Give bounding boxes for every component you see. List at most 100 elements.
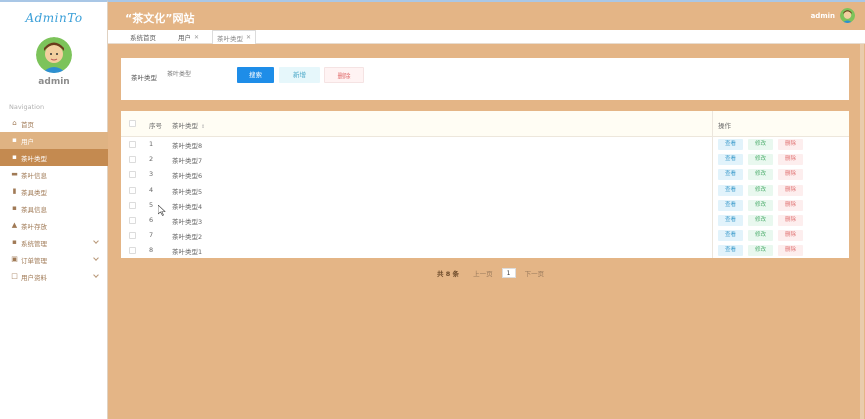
grid-icon: ▪ [12,204,17,212]
tab-tea-type[interactable]: 茶叶类型 ✕ [212,30,257,44]
tab-users[interactable]: 用户 ✕ [178,30,199,44]
app-root: AdminTo admin Navigation ⌂ 首页 ▪ 用户 ▪ 茶叶类型 ▬… [0,0,865,419]
edit-button[interactable]: 修改 [748,169,773,181]
sidebar-item-orders[interactable]: ▣ 订单管理 [0,251,108,268]
row-tea-type: 茶叶类型5 [172,187,203,196]
add-button[interactable]: 新增 [279,67,320,83]
row-checkbox[interactable] [129,217,136,224]
tab-home[interactable]: 系统首页 [130,30,156,44]
edit-button[interactable]: 修改 [748,139,773,150]
sidebar-item-tea-storage[interactable]: ▲ 茶叶存放 [0,217,108,234]
search-input[interactable] [164,68,228,83]
table-row: 2 茶叶类型7 查看 修改 删除 [121,152,849,167]
sidebar-item-tea-info[interactable]: ▬ 茶叶信息 [0,166,108,183]
close-icon[interactable]: ✕ [194,34,199,41]
view-button[interactable]: 查看 [718,154,743,166]
sidebar-item-teaware-info[interactable]: ▪ 茶具信息 [0,200,108,217]
delete-button[interactable]: 删除 [778,245,803,257]
edit-button[interactable]: 修改 [748,154,773,166]
view-button[interactable]: 查看 [718,199,743,211]
delete-button[interactable]: 删除 [778,199,803,211]
row-checkbox[interactable] [129,232,136,240]
sidebar-item-users[interactable]: ▪ 用户 [0,132,108,149]
edit-button[interactable]: 修改 [748,184,773,196]
delete-button[interactable]: 删除 [778,230,803,242]
row-checkbox[interactable] [129,156,136,164]
column-header-tea-type[interactable]: 茶叶类型 ⇕ [172,120,205,130]
sidebar-item-system[interactable]: ▪ 系统管理 [0,234,108,251]
search-button[interactable]: 搜索 [237,67,274,83]
row-index: 5 [149,200,154,209]
top-avatar[interactable] [840,8,855,23]
sidebar-item-label: 茶叶存放 [21,222,47,231]
chevron-down-icon [93,272,99,278]
table-header: 序号 茶叶类型 ⇕ 操作 [121,111,849,137]
edit-button[interactable]: 修改 [748,230,773,242]
close-icon[interactable]: ✕ [246,34,251,41]
sidebar-item-label: 用户资料 [21,273,47,282]
next-page-button[interactable]: 下一页 [525,268,545,278]
sidebar-item-home[interactable]: ⌂ 首页 [0,115,108,132]
sidebar-item-teaware-type[interactable]: ▮ 茶具类型 [0,183,108,200]
column-header-index: 序号 [149,122,162,130]
avatar[interactable] [36,37,72,73]
row-checkbox[interactable] [129,171,136,179]
table-row: 7 茶叶类型2 查看 修改 删除 [121,228,849,243]
sidebar-item-label: 茶具类型 [21,188,47,197]
sidebar-item-label: 茶叶类型 [21,154,47,163]
view-button[interactable]: 查看 [718,169,743,181]
search-panel: 茶叶类型 搜索 新增 删除 [121,58,849,100]
pagination: 共 8 条 上一页 1 下一页 [437,268,548,278]
row-checkbox[interactable] [129,141,136,148]
grid-icon: ▪ [12,153,17,161]
sidebar-item-tea-type[interactable]: ▪ 茶叶类型 [0,149,108,166]
chevron-down-icon [93,238,99,244]
sidebar-item-label: 系统管理 [21,239,47,248]
chevron-down-icon [93,255,99,261]
sidebar-item-label: 订单管理 [21,256,47,265]
nav-section-label: Navigation [9,103,45,111]
edit-button[interactable]: 修改 [748,199,773,211]
delete-button[interactable]: 删除 [778,184,803,196]
table-row: 3 茶叶类型6 查看 修改 删除 [121,167,849,182]
table-row: 8 茶叶类型1 查看 修改 删除 [121,243,849,258]
sidebar-item-profile[interactable]: □ 用户资料 [0,268,108,285]
delete-button[interactable]: 删除 [778,169,803,181]
row-index: 2 [149,155,154,164]
row-checkbox[interactable] [129,186,136,194]
prev-page-button[interactable]: 上一页 [473,268,493,278]
delete-button[interactable]: 删除 [778,215,803,226]
view-button[interactable]: 查看 [718,139,743,150]
sort-icon[interactable]: ⇕ [201,124,205,130]
current-page[interactable]: 1 [501,268,516,278]
row-index: 6 [149,216,154,224]
row-tea-type: 茶叶类型3 [172,218,203,226]
grid-icon: ▪ [12,136,17,144]
row-checkbox[interactable] [129,201,136,209]
row-tea-type: 茶叶类型8 [172,142,203,150]
view-button[interactable]: 查看 [718,245,743,257]
edit-button[interactable]: 修改 [748,245,773,257]
select-all-checkbox[interactable] [129,120,136,127]
home-icon: ⌂ [12,119,17,127]
edit-button[interactable]: 修改 [748,215,773,226]
page-scrollbar[interactable] [860,44,864,419]
card-icon: ▬ [11,170,18,178]
top-username[interactable]: admin [811,12,835,20]
view-button[interactable]: 查看 [718,184,743,196]
view-button[interactable]: 查看 [718,215,743,226]
sidebar-username: admin [38,77,70,87]
view-button[interactable]: 查看 [718,230,743,242]
sidebar-item-label: 茶具信息 [21,205,47,214]
document-icon: □ [11,272,18,280]
top-bar: “茶文化”网站 admin [108,0,865,30]
row-tea-type: 茶叶类型4 [172,202,203,211]
tab-label: 系统首页 [130,34,156,42]
delete-button[interactable]: 删除 [778,139,803,150]
batch-delete-button[interactable]: 删除 [324,67,364,83]
row-checkbox[interactable] [129,247,136,255]
sidebar-item-label: 首页 [21,120,34,129]
site-title: “茶文化”网站 [125,12,195,25]
row-index: 4 [149,185,154,194]
delete-button[interactable]: 删除 [778,154,803,166]
